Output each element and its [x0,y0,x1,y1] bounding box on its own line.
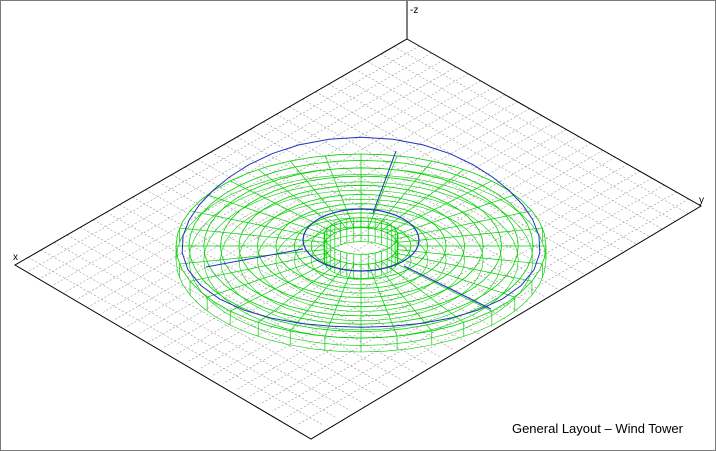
grid-line [27,45,420,273]
ground-plane-outline [14,38,702,440]
mesh-spoke [395,210,532,240]
mesh-spoke [395,252,532,282]
grid-line [27,257,323,425]
graphics-viewport[interactable]: -z y x General Layout – Wind Tower [0,0,716,451]
ground-plane-border [14,38,702,440]
divider-north [372,150,397,214]
grid-line [171,174,466,342]
grid-line [40,249,336,418]
view-caption: General Layout – Wind Tower [511,421,683,436]
grid-line [315,91,610,259]
grid-line [132,196,427,365]
isometric-scene: -z y x [13,1,704,440]
tower-base-mesh [175,153,547,353]
grid-line [100,87,493,314]
grid-line [223,157,616,384]
grid-line [106,212,401,380]
grid-line [184,166,480,335]
grid-line [380,53,676,222]
grid-line [93,219,388,388]
grid-line [367,61,662,229]
grid-line [54,242,349,410]
y-axis-label: y [699,195,704,206]
z-axis-label: -z [410,5,418,16]
grid-line [341,76,636,244]
x-axis-label: x [13,252,18,263]
mesh-spoke [190,210,327,240]
